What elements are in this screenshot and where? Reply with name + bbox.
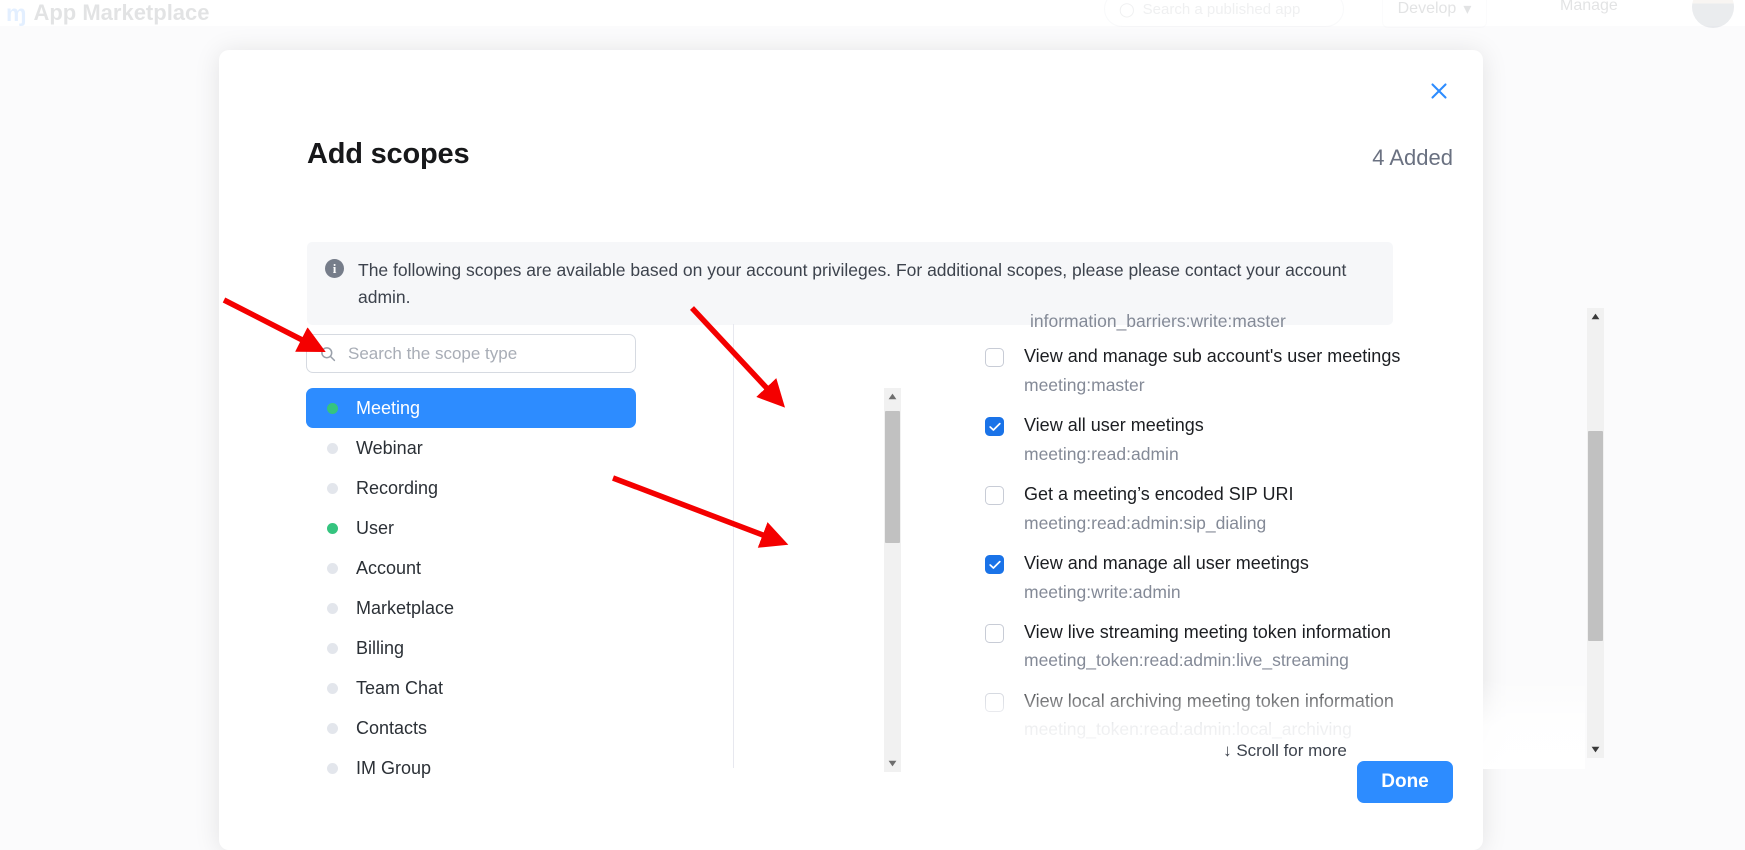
scope-type-label: Team Chat [356, 678, 443, 699]
scope-type-item-team-chat[interactable]: Team Chat [306, 668, 636, 708]
scope-text-group: View all user meetings meeting:read:admin [1024, 413, 1204, 467]
selection-dot-icon [327, 683, 338, 694]
search-icon [320, 346, 336, 362]
selection-dot-icon [327, 643, 338, 654]
scope-code: meeting:read:admin [1024, 442, 1204, 467]
page-title: Add scopes [307, 138, 469, 171]
avatar[interactable] [1692, 0, 1734, 28]
scope-type-item-marketplace[interactable]: Marketplace [306, 588, 636, 628]
scope-code: meeting_token:read:admin:live_streaming [1024, 648, 1391, 673]
scroll-track[interactable] [1587, 325, 1604, 741]
scope-type-item-contacts[interactable]: Contacts [306, 708, 636, 748]
scope-code: meeting:write:admin [1024, 580, 1309, 605]
scroll-down-arrow-icon[interactable] [1587, 741, 1604, 758]
scroll-down-arrow-icon[interactable] [884, 755, 901, 772]
scope-type-item-billing[interactable]: Billing [306, 628, 636, 668]
selection-dot-icon [327, 763, 338, 774]
scope-code: meeting:read:admin:sip_dialing [1024, 511, 1294, 536]
background-develop-menu[interactable]: Develop ▾ [1382, 0, 1487, 28]
scope-type-search-box[interactable] [306, 334, 636, 373]
background-manage-link[interactable]: Manage [1560, 0, 1618, 15]
scope-type-label: Contacts [356, 718, 427, 739]
scope-name: View live streaming meeting token inform… [1024, 620, 1391, 646]
checkbox-unchecked[interactable] [985, 624, 1004, 643]
scope-name: View all user meetings [1024, 413, 1204, 439]
selection-dot-icon [327, 443, 338, 454]
scope-type-label: Marketplace [356, 598, 454, 619]
scope-list-scrollbar[interactable] [1587, 308, 1604, 758]
scope-row[interactable]: View and manage sub account's user meeti… [985, 344, 1585, 398]
scope-name: Get a meeting’s encoded SIP URI [1024, 482, 1294, 508]
chevron-down-icon: ▾ [1463, 0, 1471, 19]
scope-type-label: User [356, 518, 394, 539]
info-icon: i [325, 259, 344, 278]
scroll-thumb[interactable] [885, 411, 900, 543]
scope-name: View and manage sub account's user meeti… [1024, 344, 1400, 370]
scope-code: meeting_token:read:admin:local_archiving [1024, 717, 1394, 742]
selection-dot-icon [327, 403, 338, 414]
scope-type-label: Webinar [356, 438, 423, 459]
scope-name: View local archiving meeting token infor… [1024, 689, 1394, 715]
checkbox-checked[interactable] [985, 555, 1004, 574]
scroll-up-arrow-icon[interactable] [1587, 308, 1604, 325]
scope-name: View and manage all user meetings [1024, 551, 1309, 577]
scope-type-label: Account [356, 558, 421, 579]
scope-checkbox-list[interactable]: information_barriers:write:master View a… [985, 308, 1585, 756]
scope-type-item-recording[interactable]: Recording [306, 468, 636, 508]
scope-row[interactable]: View local archiving meeting token infor… [985, 689, 1585, 743]
added-count-badge: 4 Added [1372, 145, 1453, 171]
done-button[interactable]: Done [1357, 761, 1453, 803]
scope-text-group: Get a meeting’s encoded SIP URI meeting:r… [1024, 482, 1294, 536]
scroll-thumb[interactable] [1588, 431, 1603, 641]
add-scopes-modal: Add scopes 4 Added i The following scope… [219, 50, 1483, 850]
search-input[interactable] [346, 343, 616, 365]
panes-divider [733, 324, 734, 768]
scope-row[interactable]: View all user meetings meeting:read:admin [985, 413, 1585, 467]
checkbox-unchecked[interactable] [985, 348, 1004, 367]
app-logo-icon: ɱ [6, 0, 25, 27]
scope-text-group: View local archiving meeting token infor… [1024, 689, 1394, 743]
scope-type-label: Billing [356, 638, 404, 659]
background-brand-title: App Marketplace [33, 0, 209, 26]
scope-type-item-account[interactable]: Account [306, 548, 636, 588]
scopes-panes: Meeting Webinar Recording User Account Market… [219, 324, 1483, 774]
partial-scope-code: information_barriers:write:master [985, 308, 1585, 334]
background-search-placeholder: Search a published app [1143, 1, 1301, 18]
checkbox-unchecked[interactable] [985, 693, 1004, 712]
scope-code: meeting:master [1024, 373, 1400, 398]
scope-rows: View and manage sub account's user meeti… [985, 344, 1585, 743]
scope-text-group: View and manage all user meetings meeting… [1024, 551, 1309, 605]
scope-type-list[interactable]: Meeting Webinar Recording User Account Market… [306, 388, 636, 768]
selection-dot-icon [327, 723, 338, 734]
close-icon[interactable] [1425, 77, 1453, 105]
checkbox-unchecked[interactable] [985, 486, 1004, 505]
scope-type-item-im-group[interactable]: IM Group [306, 748, 636, 788]
background-topbar: ɱ App Marketplace ◯ Search a published a… [0, 0, 1745, 26]
search-icon: ◯ [1119, 1, 1135, 18]
selection-dot-icon [327, 563, 338, 574]
info-banner-text: The following scopes are available based… [358, 257, 1368, 310]
scroll-up-arrow-icon[interactable] [884, 388, 901, 405]
selection-dot-icon [327, 523, 338, 534]
scope-type-item-meeting[interactable]: Meeting [306, 388, 636, 428]
selection-dot-icon [327, 483, 338, 494]
background-search-input[interactable]: ◯ Search a published app [1104, 0, 1344, 27]
scroll-track[interactable] [884, 405, 901, 755]
background-develop-label: Develop [1398, 0, 1457, 18]
scope-text-group: View live streaming meeting token inform… [1024, 620, 1391, 674]
scope-type-item-user[interactable]: User [306, 508, 636, 548]
scope-type-scrollbar[interactable] [884, 388, 901, 772]
scope-type-item-webinar[interactable]: Webinar [306, 428, 636, 468]
scope-row[interactable]: Get a meeting’s encoded SIP URI meeting:r… [985, 482, 1585, 536]
scope-row[interactable]: View live streaming meeting token inform… [985, 620, 1585, 674]
scope-type-label: IM Group [356, 758, 431, 779]
scope-type-label: Meeting [356, 398, 420, 419]
checkbox-checked[interactable] [985, 417, 1004, 436]
scope-row[interactable]: View and manage all user meetings meeting… [985, 551, 1585, 605]
scope-type-label: Recording [356, 478, 438, 499]
scope-text-group: View and manage sub account's user meeti… [1024, 344, 1400, 398]
selection-dot-icon [327, 603, 338, 614]
